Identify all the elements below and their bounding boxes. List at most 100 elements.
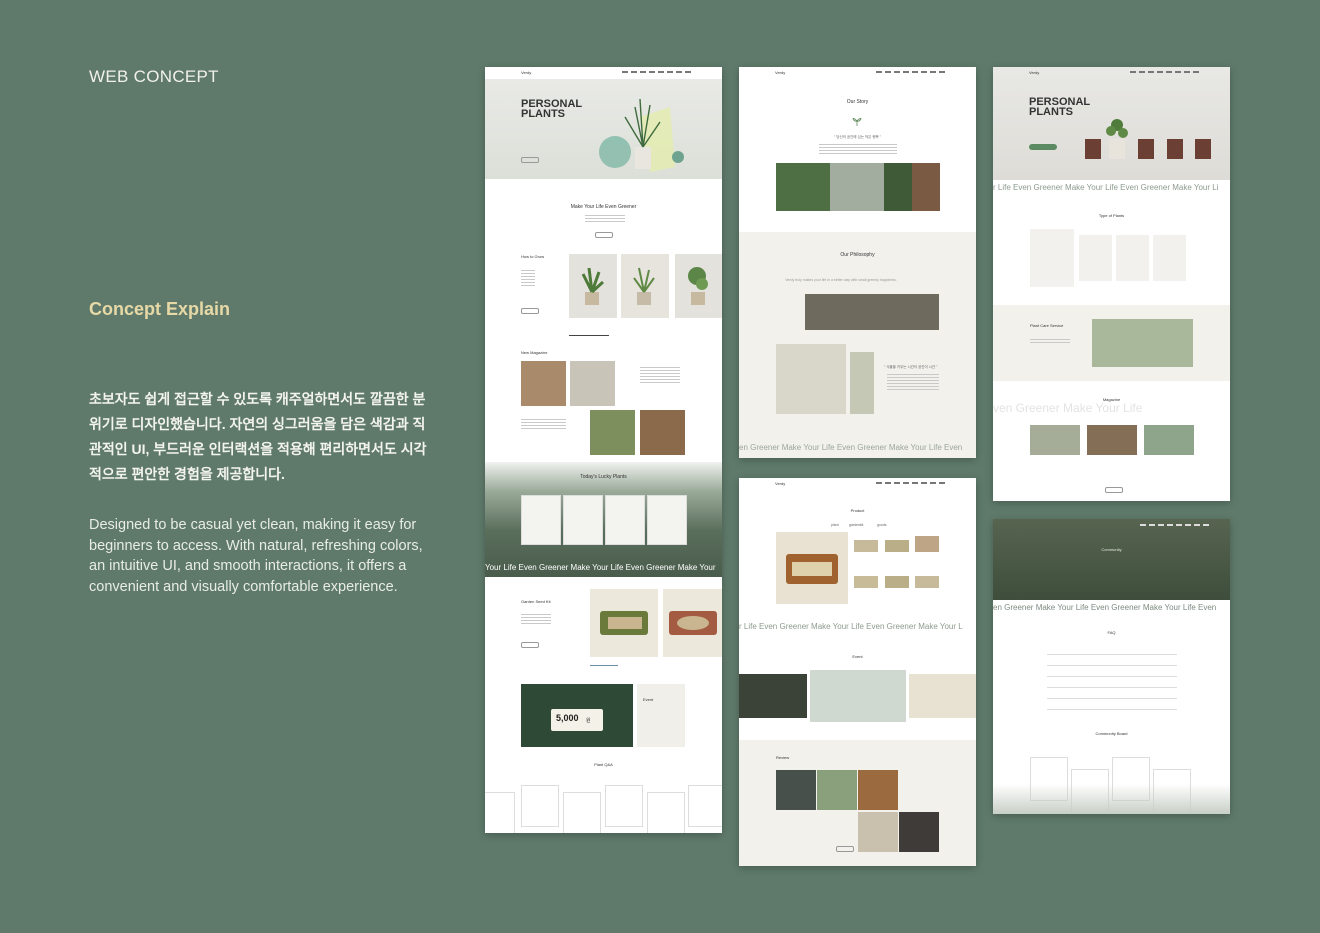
- review-image-5[interactable]: [899, 812, 939, 852]
- tab-plant[interactable]: plant: [831, 523, 839, 527]
- magazine-image-1[interactable]: [521, 361, 566, 406]
- event-image-2[interactable]: [810, 670, 906, 722]
- tagline-button[interactable]: [595, 232, 613, 238]
- qa-card-6[interactable]: [688, 785, 722, 827]
- seed-kit-text: [521, 614, 551, 624]
- marquee-text: en Greener Make Your Life Even Greener M…: [993, 603, 1217, 612]
- care-text: [1030, 339, 1070, 345]
- grow-progress: [569, 335, 609, 336]
- seed-kit-progress: [590, 665, 618, 666]
- mock-logo: Verdy: [1029, 70, 1040, 75]
- hero-title-line2: PLANTS: [521, 108, 565, 120]
- seed-kit-button[interactable]: [521, 642, 539, 648]
- story-image-2: [830, 163, 884, 211]
- magazine-image-4[interactable]: [640, 410, 685, 455]
- product-thumb-3[interactable]: [915, 536, 939, 552]
- faq-item[interactable]: [1047, 677, 1177, 688]
- how-to-grow-list: [521, 270, 535, 286]
- how-to-grow-button[interactable]: [521, 308, 539, 314]
- hero-button[interactable]: [1029, 144, 1057, 150]
- mock-header: Verdy: [739, 67, 976, 79]
- qa-card-2[interactable]: [521, 785, 559, 827]
- magazine-button[interactable]: [1105, 487, 1123, 493]
- marquee-text: Your Life Even Greener Make Your Life Ev…: [485, 563, 716, 572]
- review-title: Review: [776, 755, 790, 760]
- faq-item[interactable]: [1047, 644, 1177, 655]
- magazine-image-3[interactable]: [1144, 425, 1194, 455]
- magazine-image-2[interactable]: [570, 361, 615, 406]
- tab-goods[interactable]: goods: [877, 523, 887, 527]
- review-button[interactable]: [836, 846, 854, 852]
- hero-button[interactable]: [521, 157, 539, 163]
- type-card-2[interactable]: [1079, 235, 1112, 281]
- magazine-image-1[interactable]: [1030, 425, 1080, 455]
- mock-logo: Verdy: [775, 481, 786, 486]
- tab-gardenkit[interactable]: gardenkit: [849, 523, 863, 527]
- product-main-image[interactable]: [776, 532, 848, 604]
- faq-title: FAQ: [1107, 630, 1116, 635]
- faq-item[interactable]: [1047, 666, 1177, 677]
- qa-card-5[interactable]: [647, 792, 685, 833]
- qa-card-1[interactable]: [485, 792, 515, 833]
- outline-marquee: ven Greener Make Your Life: [993, 401, 1143, 415]
- type-card-4[interactable]: [1153, 235, 1186, 281]
- type-card-3[interactable]: [1116, 235, 1149, 281]
- mock-hero: PERSONAL PLANTS: [485, 79, 722, 179]
- mock-nav: [1140, 524, 1210, 526]
- page-title: WEB CONCEPT: [89, 67, 219, 86]
- coupon-unit: 원: [586, 718, 591, 724]
- community-title: Community: [1101, 547, 1122, 552]
- mockup-community-page: Community en Greener Make Your Life Even…: [993, 519, 1230, 814]
- philosophy-image: [805, 294, 939, 330]
- footer-fade: [993, 784, 1230, 814]
- grow-card-3[interactable]: [675, 254, 722, 318]
- faq-item[interactable]: [1047, 688, 1177, 699]
- lucky-card-4[interactable]: [647, 495, 687, 545]
- philosophy-section: Our Philosophy Verdy truly makes your li…: [739, 232, 976, 458]
- product-thumb-4[interactable]: [854, 576, 878, 588]
- mockup-home-page: Verdy PERSONAL PLANTS Make Your Life Eve…: [485, 67, 722, 833]
- mock-nav: [876, 482, 946, 484]
- review-image-2[interactable]: [817, 770, 857, 810]
- lucky-plants-title: Today's Lucky Plants: [580, 474, 627, 480]
- magazine-image-3[interactable]: [590, 410, 635, 455]
- mock-header: Verdy: [739, 478, 976, 490]
- type-card-1[interactable]: [1030, 229, 1074, 287]
- product-thumb-5[interactable]: [885, 576, 909, 588]
- review-image-4[interactable]: [858, 812, 898, 852]
- new-magazine-title: New Magazine: [521, 350, 548, 355]
- qa-card-3[interactable]: [563, 792, 601, 833]
- grow-card-1[interactable]: [569, 254, 617, 318]
- event-image-1[interactable]: [739, 674, 807, 718]
- event-image-3[interactable]: [909, 674, 976, 718]
- faq-item[interactable]: [1047, 655, 1177, 666]
- lucky-card-3[interactable]: [605, 495, 645, 545]
- product-thumb-2[interactable]: [885, 540, 909, 552]
- qa-card-4[interactable]: [605, 785, 643, 827]
- product-title: Product: [850, 508, 865, 513]
- review-image-3[interactable]: [858, 770, 898, 810]
- seed-kit-image-1[interactable]: [590, 589, 658, 657]
- coupon-banner[interactable]: 5,000 원: [521, 684, 633, 747]
- korean-description: 초보자도 쉽게 접근할 수 있도록 캐주얼하면서도 깔끔한 분위기로 디자인했습…: [89, 391, 427, 482]
- care-section: Plant Care Service: [993, 305, 1230, 381]
- seed-kit-image-2[interactable]: [663, 589, 722, 657]
- lucky-card-1[interactable]: [521, 495, 561, 545]
- mock-hero: PERSONAL PLANTS: [993, 67, 1230, 180]
- lucky-card-2[interactable]: [563, 495, 603, 545]
- magazine-image-2[interactable]: [1087, 425, 1137, 455]
- faq-item[interactable]: [1047, 699, 1177, 710]
- event-title: Event: [852, 654, 863, 659]
- event-box: Event: [637, 684, 685, 747]
- faq-list: [1047, 644, 1177, 710]
- philosophy-image-3: [850, 352, 874, 414]
- product-thumb-1[interactable]: [854, 540, 878, 552]
- product-thumb-6[interactable]: [915, 576, 939, 588]
- tagline: Make Your Life Even Greener: [570, 204, 637, 210]
- story-image-4: [912, 163, 940, 211]
- philosophy-image-2: [776, 344, 846, 414]
- review-image-1[interactable]: [776, 770, 816, 810]
- seed-kit-title: Garden Seed Kit: [521, 599, 551, 604]
- hero-pots: [1083, 107, 1223, 172]
- grow-card-2[interactable]: [621, 254, 669, 318]
